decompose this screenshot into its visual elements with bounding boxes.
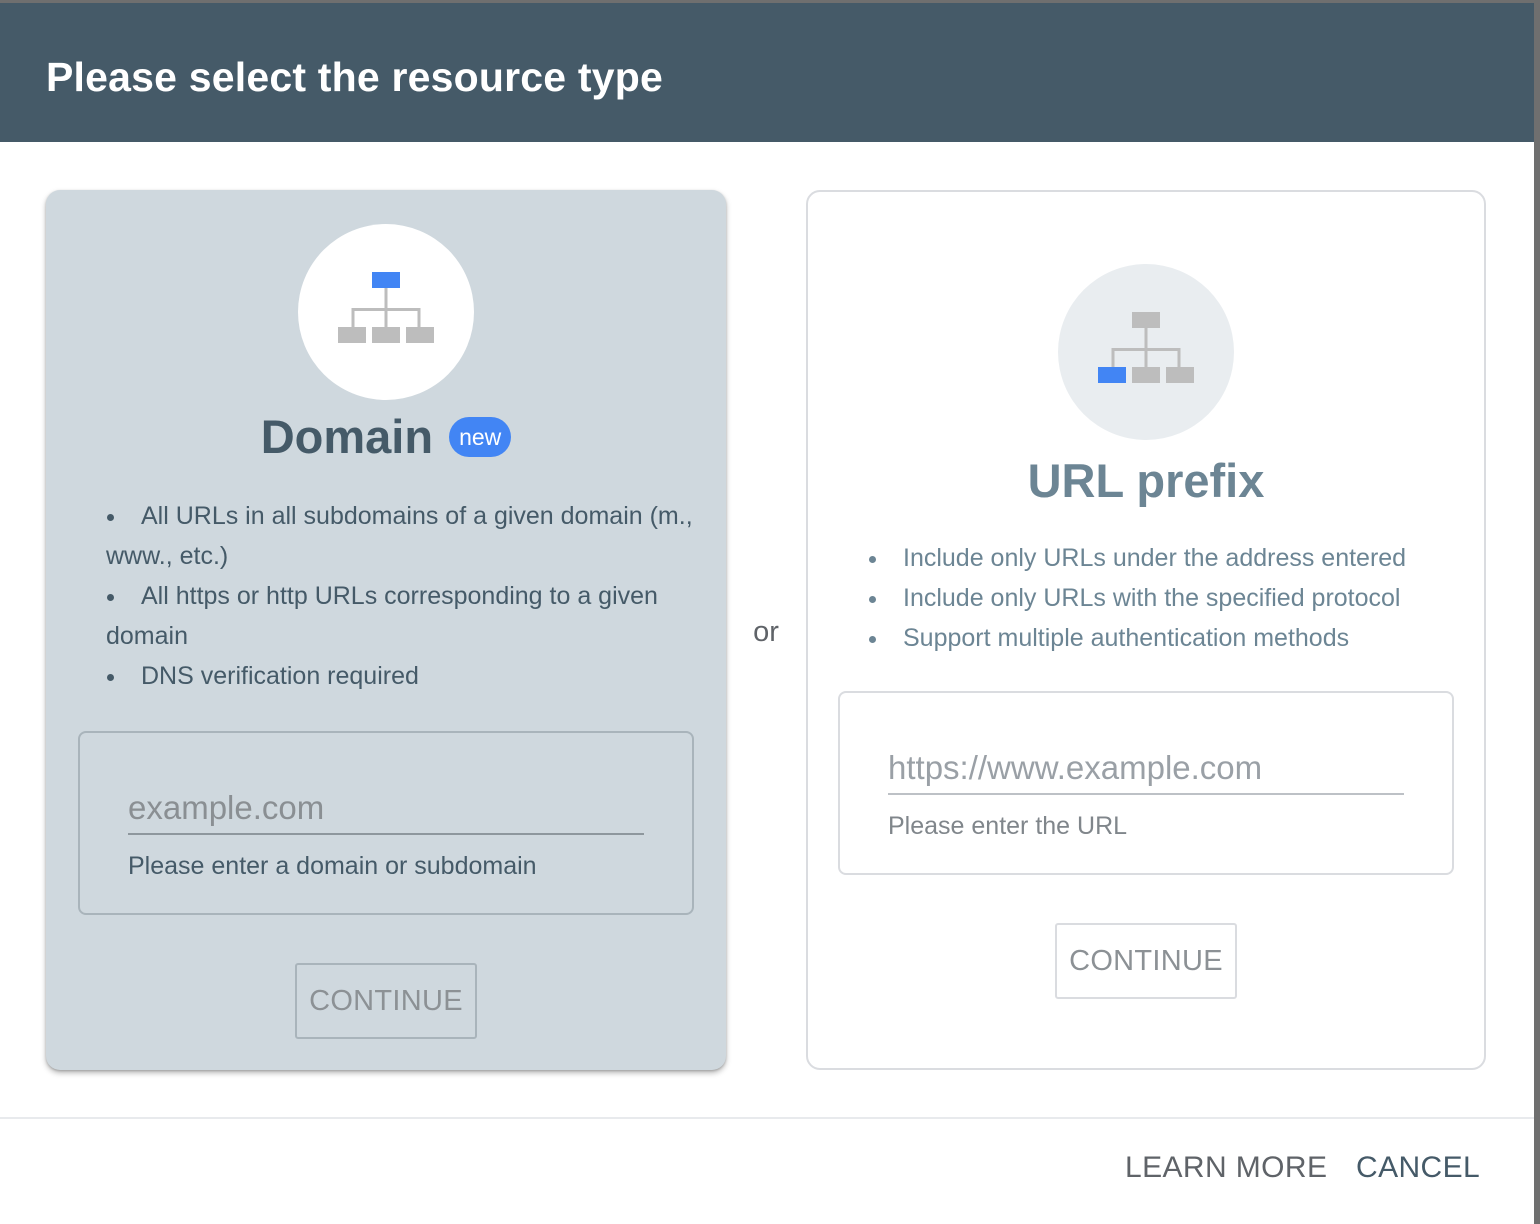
domain-continue-button[interactable]: CONTINUE — [295, 963, 477, 1039]
url-prefix-feature-item: Include only URLs under the address ente… — [868, 538, 1468, 578]
sitemap-top-highlighted-icon — [338, 272, 434, 343]
resource-type-dialog: Please select the resource type Domain ne… — [0, 3, 1534, 1224]
sitemap-leaf-highlighted-icon — [1098, 312, 1194, 383]
domain-option-card[interactable]: Domain new All URLs in all subdomains of … — [46, 190, 726, 1070]
new-badge: new — [449, 417, 512, 457]
domain-input[interactable] — [128, 783, 644, 835]
domain-feature-item: DNS verification required — [106, 656, 696, 696]
domain-title: Domain — [260, 410, 434, 463]
domain-feature-item: All https or http URLs corresponding to … — [106, 576, 696, 656]
url-prefix-title-row: URL prefix — [808, 454, 1484, 508]
url-prefix-continue-button[interactable]: CONTINUE — [1055, 923, 1237, 999]
domain-title-row: Domain new — [46, 410, 726, 464]
domain-input-box: Please enter a domain or subdomain — [78, 731, 694, 915]
cancel-button[interactable]: CANCEL — [1356, 1150, 1480, 1186]
dialog-header: Please select the resource type — [0, 3, 1534, 142]
url-prefix-feature-item: Include only URLs with the specified pro… — [868, 578, 1468, 618]
url-prefix-feature-list: Include only URLs under the address ente… — [868, 538, 1468, 658]
url-prefix-feature-item: Support multiple authentication methods — [868, 618, 1468, 658]
url-prefix-input-box: Please enter the URL — [838, 691, 1454, 875]
url-prefix-input[interactable] — [888, 743, 1404, 795]
learn-more-button[interactable]: LEARN MORE — [1125, 1150, 1327, 1186]
url-prefix-title: URL prefix — [1027, 454, 1265, 507]
footer-divider — [0, 1117, 1534, 1119]
domain-icon-circle — [298, 224, 474, 400]
url-prefix-option-card[interactable]: URL prefix Include only URLs under the a… — [806, 190, 1486, 1070]
domain-helper-text: Please enter a domain or subdomain — [128, 852, 537, 880]
domain-feature-list: All URLs in all subdomains of a given do… — [106, 496, 696, 696]
dialog-title: Please select the resource type — [46, 54, 663, 100]
url-prefix-helper-text: Please enter the URL — [888, 812, 1128, 840]
or-separator: or — [753, 616, 779, 648]
url-prefix-icon-circle — [1058, 264, 1234, 440]
domain-feature-item: All URLs in all subdomains of a given do… — [106, 496, 696, 576]
